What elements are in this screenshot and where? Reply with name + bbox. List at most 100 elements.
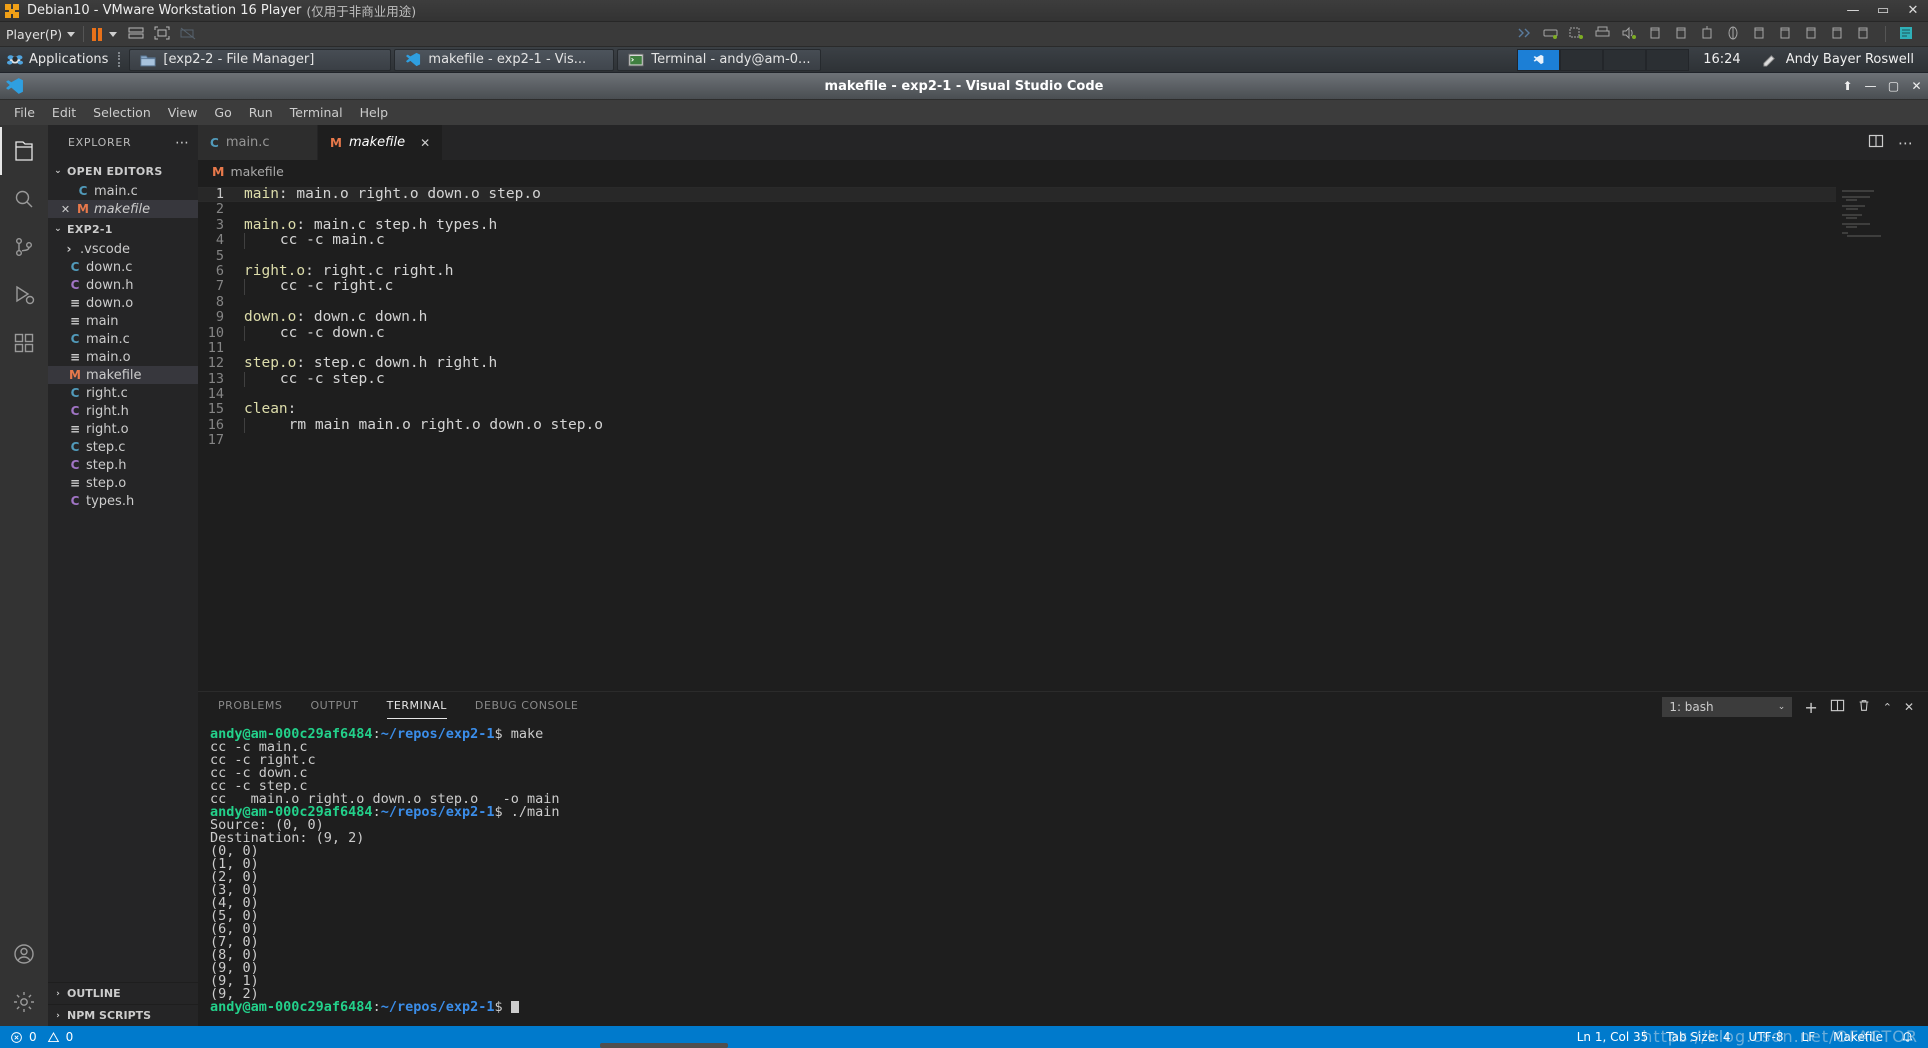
printer-icon[interactable] xyxy=(1594,25,1614,43)
menu-go[interactable]: Go xyxy=(206,102,239,123)
cd-drive-icon[interactable] xyxy=(1568,25,1588,43)
end-of-line[interactable]: LF xyxy=(1802,1030,1816,1044)
maximize-panel-icon[interactable]: ⌃ xyxy=(1883,701,1892,714)
panel-tab-debug-console[interactable]: DEBUG CONSOLE xyxy=(475,699,578,716)
workspace-2[interactable] xyxy=(1560,48,1604,71)
suspend-button[interactable] xyxy=(92,27,103,41)
vmware-close-button[interactable]: ✕ xyxy=(1898,0,1928,22)
warning-triangle-icon[interactable] xyxy=(47,1031,60,1044)
usb-device-icon-5[interactable] xyxy=(1776,25,1796,43)
suspend-dropdown-icon[interactable] xyxy=(109,31,118,37)
kill-terminal-icon[interactable] xyxy=(1857,698,1871,717)
open-editor-item-makefile[interactable]: ✕ M makefile xyxy=(48,200,198,218)
panel-tab-terminal[interactable]: TERMINAL xyxy=(386,699,448,719)
more-chevrons-icon[interactable] xyxy=(1516,25,1536,43)
language-mode[interactable]: Makefile xyxy=(1833,1030,1883,1044)
activity-source-control-icon[interactable] xyxy=(0,223,48,271)
menu-view[interactable]: View xyxy=(160,102,206,123)
taskbar-clock[interactable]: 16:24 xyxy=(1689,52,1754,67)
workspace-switcher[interactable] xyxy=(1517,48,1690,71)
activity-run-debug-icon[interactable] xyxy=(0,271,48,319)
file-tree-item[interactable]: Cstep.c xyxy=(48,438,198,456)
file-tree-item[interactable]: ≡ right.o xyxy=(48,420,198,438)
file-tree-item[interactable]: › .vscode xyxy=(48,240,198,258)
usb-device-icon-7[interactable] xyxy=(1828,25,1848,43)
cursor-position[interactable]: Ln 1, Col 35 xyxy=(1577,1030,1649,1044)
taskbar-item-vscode[interactable]: makefile - exp2-1 - Vis... xyxy=(394,48,615,71)
file-tree-item[interactable]: Ctypes.h xyxy=(48,492,198,510)
activity-search-icon[interactable] xyxy=(0,175,48,223)
new-terminal-icon[interactable]: + xyxy=(1804,698,1817,717)
panel-tab-output[interactable]: OUTPUT xyxy=(310,699,358,716)
terminal-selector[interactable]: 1: bash ⌄ xyxy=(1662,697,1793,717)
menu-edit[interactable]: Edit xyxy=(44,102,84,123)
close-icon[interactable]: ✕ xyxy=(59,203,72,216)
workspace-1[interactable] xyxy=(1517,48,1561,71)
usb-device-icon-2[interactable] xyxy=(1672,25,1692,43)
warning-count[interactable]: 0 xyxy=(66,1030,74,1044)
menu-run[interactable]: Run xyxy=(241,102,281,123)
activity-extensions-icon[interactable] xyxy=(0,319,48,367)
split-terminal-icon[interactable] xyxy=(1830,698,1845,717)
workspace-4[interactable] xyxy=(1646,48,1690,71)
section-open-editors[interactable]: ⌄ OPEN EDITORS xyxy=(48,160,198,182)
split-editor-icon[interactable] xyxy=(1868,133,1884,153)
bell-icon[interactable] xyxy=(1901,1031,1914,1044)
file-tree-item[interactable]: Mmakefile xyxy=(48,366,198,384)
error-count[interactable]: 0 xyxy=(29,1030,37,1044)
encoding[interactable]: UTF-8 xyxy=(1749,1030,1784,1044)
error-circle-icon[interactable] xyxy=(10,1031,23,1044)
vscode-rollup-button[interactable]: ⬆ xyxy=(1836,73,1859,100)
taskbar-item-file-manager[interactable]: [exp2-2 - File Manager] xyxy=(129,48,392,71)
file-tree-item[interactable]: Cdown.c xyxy=(48,258,198,276)
close-panel-icon[interactable]: ✕ xyxy=(1904,700,1914,714)
tab-size[interactable]: Tab Size: 4 xyxy=(1666,1030,1730,1044)
taskbar-user-menu[interactable]: Andy Bayer Roswell xyxy=(1755,52,1928,67)
file-tree-item[interactable]: ≡ step.o xyxy=(48,474,198,492)
tab-makefile[interactable]: M makefile ✕ xyxy=(318,125,444,160)
harddisk-icon[interactable] xyxy=(1542,25,1562,43)
usb-device-icon-3[interactable] xyxy=(1698,25,1718,43)
activity-explorer-icon[interactable] xyxy=(0,127,48,175)
send-ctrl-alt-del-icon[interactable] xyxy=(1897,25,1917,43)
tab-main-c[interactable]: C main.c xyxy=(198,125,318,160)
menu-help[interactable]: Help xyxy=(352,102,397,123)
file-tree-item[interactable]: Cright.c xyxy=(48,384,198,402)
menu-terminal[interactable]: Terminal xyxy=(282,102,351,123)
open-editor-item-main-c[interactable]: C main.c xyxy=(48,182,198,200)
applications-menu-button[interactable]: Applications xyxy=(0,47,117,72)
section-outline[interactable]: › OUTLINE xyxy=(48,982,198,1004)
usb-device-icon-8[interactable] xyxy=(1854,25,1874,43)
workspace-3[interactable] xyxy=(1603,48,1647,71)
panel-tab-problems[interactable]: PROBLEMS xyxy=(218,699,282,716)
activity-settings-gear-icon[interactable] xyxy=(0,978,48,1026)
horizontal-scrollbar[interactable] xyxy=(600,1043,728,1048)
bluetooth-icon[interactable] xyxy=(1724,25,1744,43)
breadcrumb[interactable]: M makefile xyxy=(198,160,1928,182)
section-npm-scripts[interactable]: › NPM SCRIPTS xyxy=(48,1004,198,1026)
vscode-minimize-button[interactable]: — xyxy=(1859,73,1882,100)
terminal-output[interactable]: andy@am-000c29af6484:~/repos/exp2-1$ mak… xyxy=(198,722,1928,1026)
editor-more-actions-icon[interactable]: ⋯ xyxy=(1898,134,1914,152)
sound-icon[interactable] xyxy=(1620,25,1640,43)
vmware-minimize-button[interactable]: — xyxy=(1838,0,1868,22)
file-tree-item[interactable]: ≡ main xyxy=(48,312,198,330)
file-tree-item[interactable]: Cstep.h xyxy=(48,456,198,474)
taskbar-item-terminal[interactable]: Terminal - andy@am-0... xyxy=(617,48,822,71)
file-tree-item[interactable]: ≡ down.o xyxy=(48,294,198,312)
usb-device-icon-6[interactable] xyxy=(1802,25,1822,43)
editor-minimap[interactable] xyxy=(1836,182,1928,691)
panel-handle[interactable] xyxy=(117,51,121,69)
section-project-exp2-1[interactable]: ⌄ EXP2-1 xyxy=(48,218,198,240)
vscode-maximize-button[interactable]: ▢ xyxy=(1882,73,1905,100)
fullscreen-button[interactable] xyxy=(153,25,173,43)
unity-mode-button[interactable] xyxy=(127,25,147,43)
file-tree-item[interactable]: ≡ main.o xyxy=(48,348,198,366)
explorer-more-actions-icon[interactable]: ⋯ xyxy=(175,135,190,151)
network-disconnected-icon[interactable] xyxy=(179,25,199,43)
file-tree-item[interactable]: Cdown.h xyxy=(48,276,198,294)
usb-device-icon-4[interactable] xyxy=(1750,25,1770,43)
tab-close-icon[interactable]: ✕ xyxy=(420,136,430,150)
code-editor[interactable]: 1 main: main.o right.o down.o step.o 2 3 mai… xyxy=(198,182,1928,691)
vmware-maximize-button[interactable]: ▭ xyxy=(1868,0,1898,22)
